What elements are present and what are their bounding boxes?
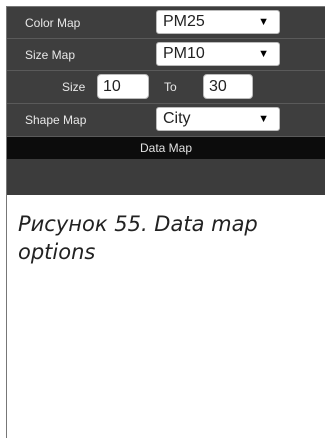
color-map-value: PM25 [163, 13, 205, 30]
shape-map-value: City [163, 110, 191, 127]
figure-caption: Рисунок 55. Data map options [18, 212, 258, 264]
color-map-select[interactable]: PM25 ▼ [156, 10, 280, 34]
shape-map-row: Shape Map City ▼ [7, 104, 325, 137]
shape-map-label: Shape Map [25, 113, 87, 127]
to-label: To [164, 80, 177, 94]
size-map-row: Size Map PM10 ▼ [7, 39, 325, 71]
chevron-down-icon: ▼ [258, 48, 269, 60]
size-range-row: Size 10 To 30 [7, 71, 325, 104]
chevron-down-icon: ▼ [258, 16, 269, 28]
chevron-down-icon: ▼ [258, 113, 269, 125]
data-map-footer: Data Map [7, 137, 325, 159]
size-map-value: PM10 [163, 45, 205, 62]
size-label: Size [62, 80, 86, 94]
color-map-row: Color Map PM25 ▼ [7, 7, 325, 39]
size-to-input[interactable]: 30 [203, 74, 253, 99]
color-map-label: Color Map [25, 16, 81, 30]
size-map-label: Size Map [25, 48, 76, 62]
data-map-panel: Color Map PM25 ▼ Size Map PM10 ▼ Size 10… [7, 7, 325, 195]
size-map-select[interactable]: PM10 ▼ [156, 42, 280, 66]
shape-map-select[interactable]: City ▼ [156, 107, 280, 131]
size-from-input[interactable]: 10 [97, 74, 149, 99]
